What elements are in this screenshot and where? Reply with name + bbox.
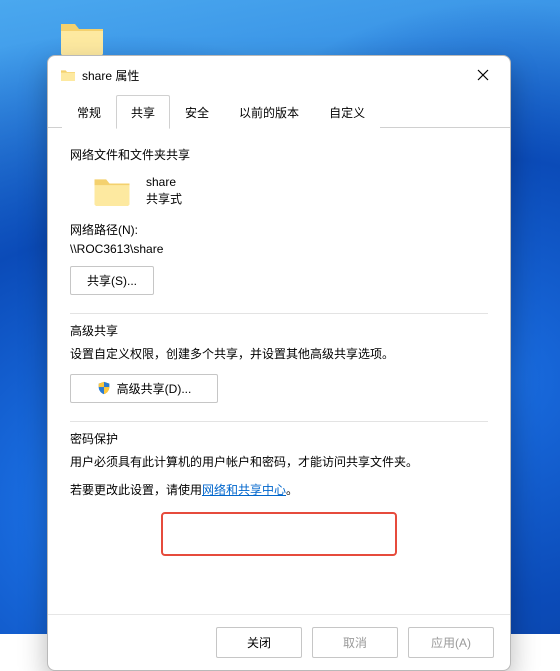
tab-previous-versions[interactable]: 以前的版本	[224, 95, 314, 128]
advanced-sharing-button[interactable]: 高级共享(D)...	[70, 374, 218, 403]
tab-sharing[interactable]: 共享	[116, 95, 170, 129]
close-dialog-button[interactable]: 关闭	[216, 627, 302, 658]
titlebar: share 属性	[48, 56, 510, 94]
folder-icon	[58, 18, 106, 58]
share-button[interactable]: 共享(S)...	[70, 266, 154, 295]
shared-folder-status: 共享式	[146, 191, 182, 208]
uac-shield-icon	[97, 381, 111, 395]
section-password-protection-heading: 密码保护	[70, 430, 488, 447]
tab-general[interactable]: 常规	[62, 95, 116, 128]
properties-dialog: share 属性 常规 共享 安全 以前的版本 自定义 网络文件和文件夹共享 s…	[47, 55, 511, 671]
tab-customize[interactable]: 自定义	[314, 95, 380, 128]
tab-security[interactable]: 安全	[170, 95, 224, 128]
network-path-value: \\ROC3613\share	[70, 240, 488, 259]
network-path-label: 网络路径(N):	[70, 221, 488, 240]
dialog-title: share 属性	[82, 67, 462, 84]
password-protection-line2-suffix: 。	[286, 483, 298, 497]
close-icon	[477, 69, 489, 81]
shared-folder-name: share	[146, 174, 182, 191]
advanced-sharing-desc: 设置自定义权限，创建多个共享，并设置其他高级共享选项。	[70, 345, 488, 364]
advanced-sharing-button-label: 高级共享(D)...	[117, 380, 192, 397]
tab-strip: 常规 共享 安全 以前的版本 自定义	[48, 94, 510, 128]
dialog-button-row: 关闭 取消 应用(A)	[48, 614, 510, 670]
network-sharing-center-link[interactable]: 网络和共享中心	[202, 483, 286, 497]
password-protection-line1: 用户必须具有此计算机的用户帐户和密码，才能访问共享文件夹。	[70, 453, 488, 472]
section-network-sharing-heading: 网络文件和文件夹共享	[70, 146, 488, 163]
cancel-button[interactable]: 取消	[312, 627, 398, 658]
shared-folder-summary: share 共享式	[92, 171, 488, 211]
password-protection-line2: 若要更改此设置，请使用网络和共享中心。	[70, 481, 488, 500]
folder-icon	[60, 67, 76, 83]
section-advanced-sharing-heading: 高级共享	[70, 322, 488, 339]
divider	[70, 313, 488, 314]
divider	[70, 421, 488, 422]
tab-content: 网络文件和文件夹共享 share 共享式 网络路径(N): \\ROC3613\…	[48, 128, 510, 614]
apply-button[interactable]: 应用(A)	[408, 627, 494, 658]
password-protection-line2-prefix: 若要更改此设置，请使用	[70, 483, 202, 497]
close-button[interactable]	[462, 60, 504, 90]
folder-icon	[92, 171, 132, 211]
